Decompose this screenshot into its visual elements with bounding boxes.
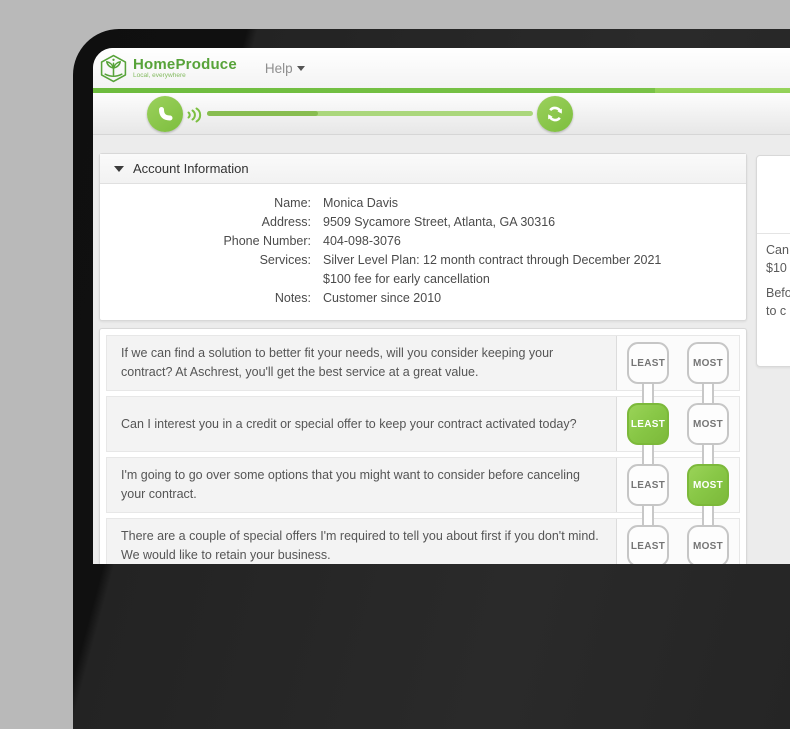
field-label: Phone Number: bbox=[116, 232, 311, 251]
phone-button[interactable] bbox=[147, 96, 183, 132]
right-side-panel: Can$10 Befoto c bbox=[756, 155, 790, 367]
call-progress-track[interactable] bbox=[207, 111, 533, 116]
account-field: Address: 9509 Sycamore Street, Atlanta, … bbox=[116, 213, 730, 232]
statement-buttons: LEAST MOST bbox=[617, 336, 739, 390]
field-value: 404-098-3076 bbox=[323, 232, 730, 251]
account-field: Services: Silver Level Plan: 12 month co… bbox=[116, 251, 730, 289]
right-panel-text: Can$10 Befoto c bbox=[757, 234, 790, 320]
account-field: Phone Number: 404-098-3076 bbox=[116, 232, 730, 251]
connector bbox=[702, 442, 714, 466]
account-field: Name: Monica Davis bbox=[116, 194, 730, 213]
refresh-button[interactable] bbox=[537, 96, 573, 132]
field-value-line: $100 fee for early cancellation bbox=[323, 270, 730, 289]
connector bbox=[642, 442, 654, 466]
statement-text-cell: I'm going to go over some options that y… bbox=[107, 458, 617, 512]
field-value-line: Silver Level Plan: 12 month contract thr… bbox=[323, 251, 730, 270]
account-information-body: Name: Monica Davis Address: 9509 Sycamor… bbox=[100, 184, 746, 320]
most-button[interactable]: MOST bbox=[687, 525, 729, 564]
account-information-header[interactable]: Account Information bbox=[100, 154, 746, 184]
right-panel-text-line: to c bbox=[766, 302, 790, 320]
least-button[interactable]: LEAST bbox=[627, 403, 669, 445]
statement-text-cell: Can I interest you in a credit or specia… bbox=[107, 397, 617, 451]
most-column: MOST bbox=[687, 342, 729, 384]
field-value: Customer since 2010 bbox=[323, 289, 730, 308]
least-column: LEAST bbox=[627, 525, 669, 564]
app-header: HomeProduce Local, everywhere Help bbox=[93, 48, 790, 88]
connector bbox=[642, 503, 654, 527]
account-information-panel: Account Information Name: Monica Davis A… bbox=[99, 153, 747, 321]
right-panel-text-line: Can bbox=[766, 241, 790, 259]
app-screen: HomeProduce Local, everywhere Help 30:58 bbox=[93, 48, 790, 564]
least-button[interactable]: LEAST bbox=[627, 464, 669, 506]
statement-row: I'm going to go over some options that y… bbox=[106, 457, 740, 513]
brand-block: HomeProduce Local, everywhere bbox=[133, 57, 237, 80]
statement-row: Can I interest you in a credit or specia… bbox=[106, 396, 740, 452]
chevron-down-icon bbox=[297, 66, 305, 71]
field-value-line: Monica Davis bbox=[323, 194, 730, 213]
least-column: LEAST bbox=[627, 464, 669, 506]
statement-text: Can I interest you in a credit or specia… bbox=[121, 415, 577, 434]
most-column: MOST bbox=[687, 464, 729, 506]
least-column: LEAST bbox=[627, 342, 669, 384]
most-column: MOST bbox=[687, 525, 729, 564]
field-value-line: 404-098-3076 bbox=[323, 232, 730, 251]
statements-list: If we can find a solution to better fit … bbox=[106, 335, 740, 564]
field-label: Address: bbox=[116, 213, 311, 232]
homeproduce-logo-icon bbox=[99, 54, 128, 83]
connector bbox=[642, 381, 654, 405]
most-column: MOST bbox=[687, 403, 729, 445]
right-panel-top-section bbox=[757, 156, 790, 234]
brand-tagline: Local, everywhere bbox=[133, 73, 237, 80]
field-label: Notes: bbox=[116, 289, 311, 308]
connector bbox=[702, 381, 714, 405]
statement-row: There are a couple of special offers I'm… bbox=[106, 518, 740, 564]
most-button[interactable]: MOST bbox=[687, 342, 729, 384]
sound-waves-icon bbox=[186, 103, 204, 127]
least-button[interactable]: LEAST bbox=[627, 525, 669, 564]
field-value-line: 9509 Sycamore Street, Atlanta, GA 30316 bbox=[323, 213, 730, 232]
statement-row: If we can find a solution to better fit … bbox=[106, 335, 740, 391]
statements-panel: If we can find a solution to better fit … bbox=[99, 328, 747, 564]
statement-text: If we can find a solution to better fit … bbox=[121, 344, 602, 382]
statement-text: There are a couple of special offers I'm… bbox=[121, 527, 602, 564]
field-label: Name: bbox=[116, 194, 311, 213]
statement-text-cell: There are a couple of special offers I'm… bbox=[107, 519, 617, 564]
help-menu[interactable]: Help bbox=[265, 61, 305, 76]
most-button[interactable]: MOST bbox=[687, 403, 729, 445]
brand-name: HomeProduce bbox=[133, 57, 237, 72]
field-value: Silver Level Plan: 12 month contract thr… bbox=[323, 251, 730, 289]
statement-buttons: LEAST MOST bbox=[617, 458, 739, 512]
statement-buttons: LEAST MOST bbox=[617, 397, 739, 451]
statement-buttons: LEAST MOST bbox=[617, 519, 739, 564]
spacer bbox=[766, 277, 790, 284]
account-information-title: Account Information bbox=[133, 161, 249, 176]
statement-text: I'm going to go over some options that y… bbox=[121, 466, 602, 504]
help-label: Help bbox=[265, 61, 293, 76]
connector bbox=[702, 503, 714, 527]
least-column: LEAST bbox=[627, 403, 669, 445]
account-field: Notes: Customer since 2010 bbox=[116, 289, 730, 308]
field-label: Services: bbox=[116, 251, 311, 289]
field-value-line: Customer since 2010 bbox=[323, 289, 730, 308]
field-value: Monica Davis bbox=[323, 194, 730, 213]
right-panel-text-line: $10 bbox=[766, 259, 790, 277]
least-button[interactable]: LEAST bbox=[627, 342, 669, 384]
right-panel-text-line: Befo bbox=[766, 284, 790, 302]
phone-icon bbox=[155, 104, 175, 124]
field-value: 9509 Sycamore Street, Atlanta, GA 30316 bbox=[323, 213, 730, 232]
refresh-icon bbox=[545, 104, 565, 124]
statement-text-cell: If we can find a solution to better fit … bbox=[107, 336, 617, 390]
collapse-triangle-icon bbox=[114, 166, 124, 172]
most-button[interactable]: MOST bbox=[687, 464, 729, 506]
call-control-strip bbox=[93, 93, 790, 135]
call-progress-fill bbox=[207, 111, 318, 116]
